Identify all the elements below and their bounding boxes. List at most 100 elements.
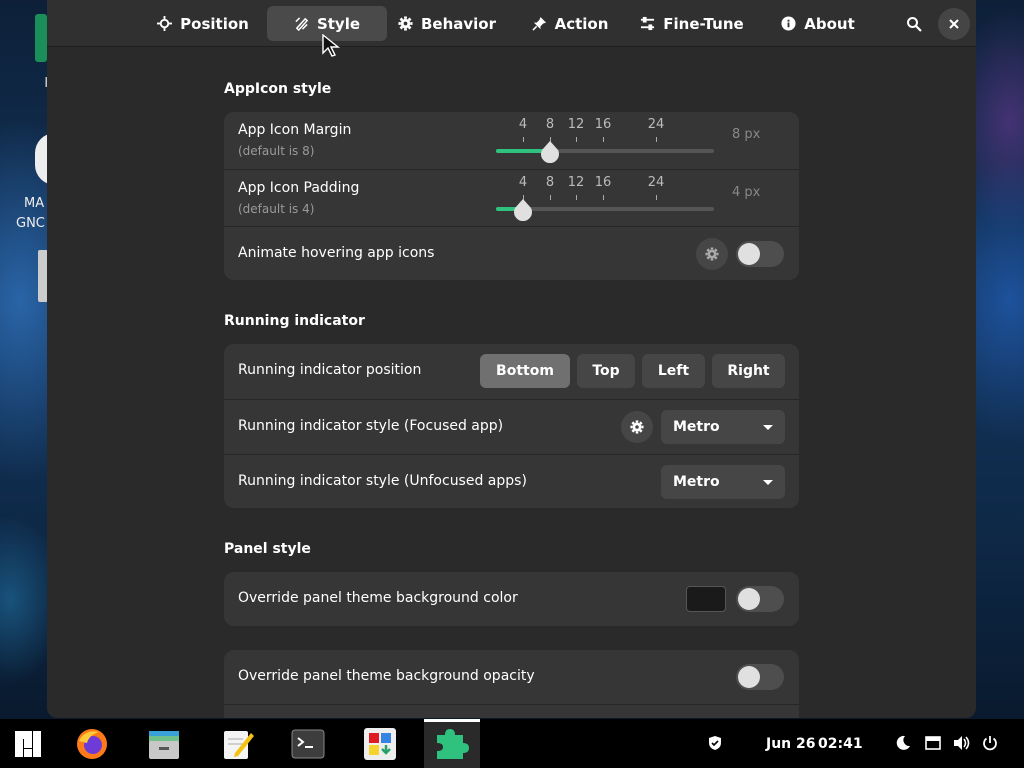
tab-label: Position <box>180 14 249 33</box>
tune-icon <box>641 16 655 31</box>
dropdown-value: Metro <box>673 419 720 435</box>
row-label: Running indicator style (Unfocused apps) <box>238 473 527 489</box>
gear-icon <box>630 420 644 434</box>
taskbar-text-editor[interactable] <box>210 719 266 768</box>
volume-tray[interactable] <box>952 733 972 753</box>
chevron-down-icon <box>763 425 773 430</box>
next-row-partial <box>224 704 799 718</box>
manjaro-menu-icon <box>15 730 41 757</box>
row-label: App Icon Padding <box>238 180 360 196</box>
row-label: App Icon Margin <box>238 122 352 138</box>
override-bg-opacity-switch[interactable] <box>736 664 784 690</box>
position-top-button[interactable]: Top <box>577 354 635 388</box>
override-bg-opacity-row: Override panel theme background opacity <box>224 650 799 704</box>
tab-action[interactable]: Action <box>525 6 615 41</box>
close-icon <box>949 19 959 29</box>
row-label: Running indicator position <box>238 362 422 378</box>
tick-mark <box>576 195 577 200</box>
tick-mark <box>523 137 524 142</box>
position-bottom-button[interactable]: Bottom <box>480 354 570 388</box>
pin-icon <box>532 16 546 31</box>
row-sublabel: (default is 8) <box>238 144 315 158</box>
tab-label: Style <box>316 14 361 33</box>
content-area: AppIcon style App Icon Margin (default i… <box>47 48 976 718</box>
search-icon <box>907 17 922 32</box>
extensions-icon <box>437 728 469 759</box>
security-tray[interactable] <box>705 733 725 753</box>
clipboard-tray[interactable] <box>923 733 943 753</box>
shield-icon <box>709 736 721 750</box>
crosshair-icon <box>157 16 173 31</box>
tick-label: 4 <box>518 175 528 190</box>
app-icon-margin-slider[interactable]: 4 8 12 16 24 <box>496 117 716 163</box>
power-tray[interactable] <box>980 733 1000 753</box>
close-button[interactable] <box>938 8 970 40</box>
slider-handle[interactable] <box>540 141 560 163</box>
taskbar-software-center[interactable] <box>352 719 408 768</box>
volume-icon <box>954 736 970 750</box>
tick-label: 24 <box>647 175 665 190</box>
unfocused-style-dropdown[interactable]: Metro <box>661 465 785 499</box>
tab-label: Behavior <box>420 14 497 33</box>
tick-mark <box>576 137 577 142</box>
app-menu-button[interactable] <box>0 719 56 768</box>
night-mode-tray[interactable] <box>893 733 913 753</box>
settings-window: Position Style Behavior Action Fine-Tune… <box>47 0 976 718</box>
desktop-app-icon[interactable] <box>35 14 47 62</box>
tab-position[interactable]: Position <box>153 6 253 41</box>
tab-about[interactable]: About <box>775 6 861 41</box>
tick-label: 8 <box>545 175 555 190</box>
running-indicator-card: Running indicator position Bottom Top Le… <box>224 344 799 508</box>
running-indicator-unfocused-row: Running indicator style (Unfocused apps)… <box>224 454 799 508</box>
clock-date[interactable]: Jun 26 <box>766 736 816 752</box>
taskbar-files[interactable] <box>136 719 192 768</box>
switch-knob <box>738 243 760 265</box>
tick-label: 12 <box>567 175 585 190</box>
row-sublabel: (default is 4) <box>238 202 315 216</box>
tab-label: Fine-Tune <box>663 14 744 33</box>
clipboard-icon <box>925 736 941 750</box>
animate-hover-row: Animate hovering app icons <box>224 226 799 280</box>
tick-label: 24 <box>647 117 665 132</box>
focused-style-settings-button[interactable] <box>621 411 653 443</box>
gear-icon <box>398 16 413 31</box>
color-picker-button[interactable] <box>686 586 726 612</box>
panel-style-card: Override panel theme background color <box>224 572 799 626</box>
tab-label: About <box>804 14 855 33</box>
firefox-icon <box>77 728 107 759</box>
taskbar-terminal[interactable] <box>280 719 336 768</box>
row-label: Override panel theme background color <box>238 590 518 606</box>
slider-handle[interactable] <box>513 199 533 221</box>
position-right-button[interactable]: Right <box>712 354 785 388</box>
value-label: 8 px <box>732 127 761 142</box>
row-label: Animate hovering app icons <box>238 245 435 261</box>
desktop-icon-label-1: l <box>10 74 48 94</box>
taskbar: Jun 26 02:41 <box>0 719 1024 768</box>
taskbar-firefox[interactable] <box>64 719 120 768</box>
tick-mark <box>603 137 604 142</box>
dropdown-value: Metro <box>673 474 720 490</box>
info-icon <box>781 16 796 31</box>
headerbar: Position Style Behavior Action Fine-Tune… <box>47 0 976 47</box>
clock-time[interactable]: 02:41 <box>818 736 863 752</box>
tab-label: Action <box>554 14 609 33</box>
chevron-down-icon <box>763 480 773 485</box>
taskbar-extensions[interactable] <box>424 719 480 768</box>
running-indicator-focused-row: Running indicator style (Focused app) Me… <box>224 399 799 454</box>
text-editor-icon <box>224 730 254 759</box>
tick-mark <box>550 195 551 200</box>
position-left-button[interactable]: Left <box>642 354 705 388</box>
section-title-panel-style: Panel style <box>224 541 311 557</box>
app-icon-padding-slider[interactable]: 4 8 12 16 24 <box>496 175 716 221</box>
value-label: 4 px <box>732 185 761 200</box>
animate-hover-switch[interactable] <box>736 241 784 267</box>
panel-opacity-card: Override panel theme background opacity <box>224 650 799 718</box>
animate-settings-button[interactable] <box>696 238 728 270</box>
search-button[interactable] <box>898 8 930 40</box>
tab-behavior[interactable]: Behavior <box>397 6 497 41</box>
tab-fine-tune[interactable]: Fine-Tune <box>637 6 747 41</box>
focused-style-dropdown[interactable]: Metro <box>661 410 785 444</box>
override-bg-color-switch[interactable] <box>736 586 784 612</box>
row-label: Running indicator style (Focused app) <box>238 418 504 434</box>
tick-label: 4 <box>518 117 528 132</box>
